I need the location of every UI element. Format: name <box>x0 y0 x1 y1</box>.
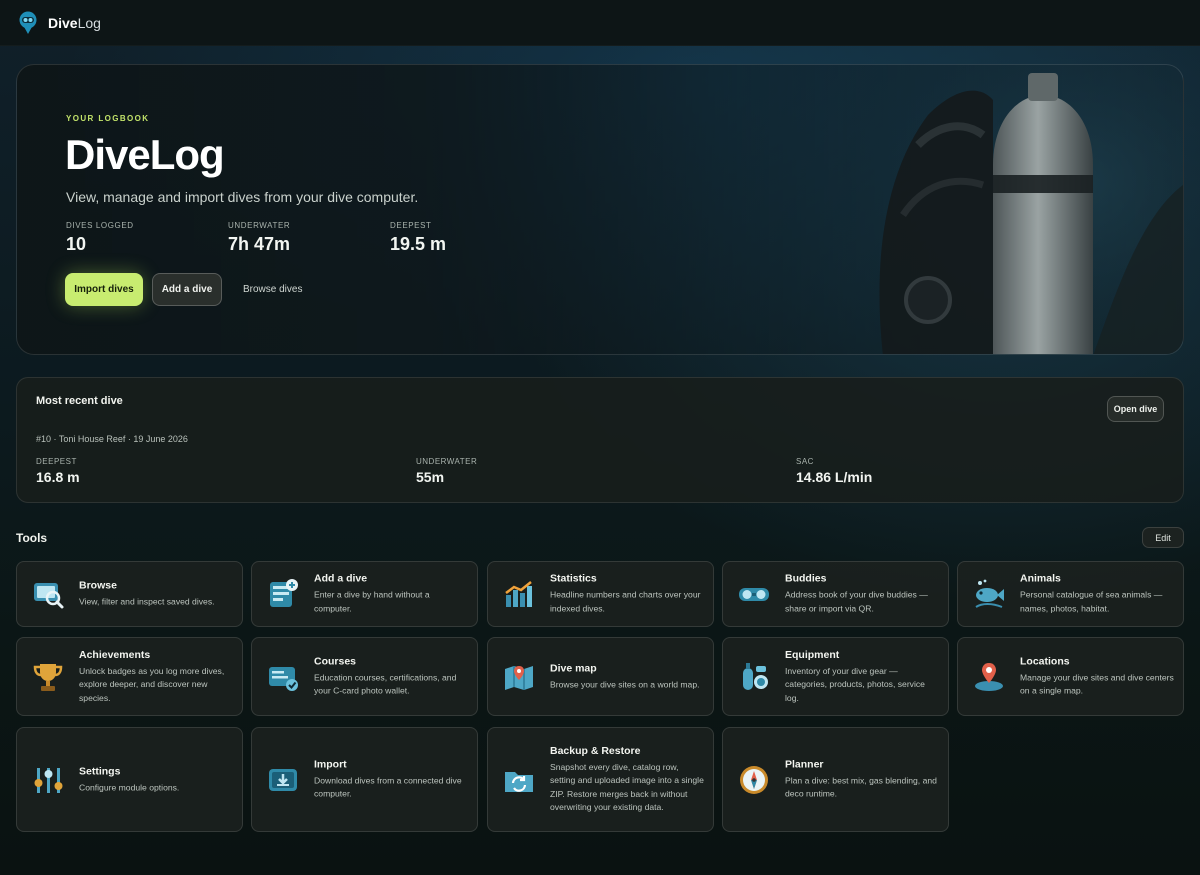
browse-icon <box>34 583 64 609</box>
tool-description: View, filter and inspect saved dives. <box>79 596 215 607</box>
equipment-icon <box>743 662 768 690</box>
tool-tile-animals[interactable]: Animals Personal catalogue of sea animals… <box>957 561 1184 627</box>
hero-subtitle: View, manage and import dives from your … <box>66 189 419 205</box>
open-dive-button[interactable]: Open dive <box>1107 396 1164 422</box>
tool-name: Courses <box>314 655 357 667</box>
tool-tile-backup-restore[interactable]: Backup & Restore Snapshot every dive, cat… <box>487 727 714 832</box>
settings-sliders-icon <box>34 767 63 793</box>
stat-value: 7h 47m <box>228 234 291 254</box>
recent-stat-deepest: DEEPEST 16.8 m <box>36 457 416 485</box>
location-pin-icon <box>975 662 1003 691</box>
tool-name: Settings <box>79 764 121 777</box>
tool-name: Statistics <box>550 572 597 585</box>
tool-tile-locations[interactable]: Locations Manage your dive sites and dive… <box>957 637 1184 716</box>
import-dives-button[interactable]: Import dives <box>65 273 143 306</box>
tool-description: Download dives from a connected dive com… <box>314 775 462 799</box>
stat-value: 10 <box>66 234 87 254</box>
hero-card: YOUR LOGBOOK DiveLog View, manage and im… <box>16 64 1184 355</box>
brand-bold: Dive <box>48 14 78 31</box>
tool-description: Enter a dive by hand without a computer. <box>314 589 430 614</box>
stat-label: UNDERWATER <box>416 457 478 466</box>
recent-dive-card: Most recent dive Open dive #10 · Toni Ho… <box>16 377 1184 503</box>
tool-tile-courses[interactable]: Courses Education courses, certifications… <box>251 637 478 716</box>
tool-name: Planner <box>785 758 824 770</box>
tool-tile-import[interactable]: Import Download dives from a connected di… <box>251 727 478 832</box>
edit-tools-button[interactable]: Edit <box>1142 527 1184 548</box>
hero-title: DiveLog <box>65 131 225 178</box>
hero-actions: Import dives Add a dive Browse dives <box>65 273 314 306</box>
tool-name: Backup & Restore <box>550 744 641 757</box>
hero-eyebrow: YOUR LOGBOOK <box>66 114 150 123</box>
tool-tile-statistics[interactable]: Statistics Headline numbers and charts ov… <box>487 561 714 627</box>
tool-name: Achievements <box>79 648 151 661</box>
tool-description: Configure module options. <box>79 781 180 792</box>
tool-description: Headline numbers and charts over your in… <box>550 589 701 614</box>
tool-description: Unlock badges as you log more dives, exp… <box>79 665 225 703</box>
animals-icon <box>975 579 1004 608</box>
trophy-icon <box>33 663 63 691</box>
stat-underwater: UNDERWATER 7h 47m <box>228 221 390 255</box>
tool-name: Equipment <box>785 648 840 661</box>
stat-value: 16.8 m <box>36 469 80 485</box>
import-icon <box>269 768 297 791</box>
recent-dive-stats: DEEPEST 16.8 m UNDERWATER 55m SAC 14.86 … <box>36 457 1176 485</box>
stat-label: SAC <box>796 457 814 466</box>
top-bar: DiveLog <box>0 0 1200 46</box>
stat-label: DIVES LOGGED <box>66 221 134 230</box>
map-icon <box>505 665 533 690</box>
hero-stats: DIVES LOGGED 10 UNDERWATER 7h 47m DEEPES… <box>66 221 552 255</box>
tool-description: Manage your dive sites and dive centers … <box>1020 672 1174 696</box>
tool-description: Browse your dive sites on a world map. <box>550 678 700 689</box>
tool-tile-planner[interactable]: Planner Plan a dive: best mix, gas blendi… <box>722 727 949 832</box>
statistics-icon <box>505 581 532 607</box>
stat-deepest: DEEPEST 19.5 m <box>390 221 552 255</box>
stat-dives-logged: DIVES LOGGED 10 <box>66 221 228 255</box>
tool-name: Buddies <box>785 572 827 585</box>
stat-value: 19.5 m <box>390 234 447 254</box>
tool-description: Snapshot every dive, catalog row, settin… <box>550 761 704 813</box>
tools-heading: Tools <box>16 531 48 545</box>
stat-value: 14.86 L/min <box>796 469 873 485</box>
brand-light: Log <box>77 14 101 31</box>
stat-label: DEEPEST <box>36 457 77 466</box>
recent-stat-underwater: UNDERWATER 55m <box>416 457 796 485</box>
compass-icon <box>740 765 768 794</box>
stat-label: UNDERWATER <box>228 221 291 230</box>
stat-label: DEEPEST <box>390 221 432 230</box>
tool-name: Animals <box>1020 572 1061 585</box>
recent-dive-title: Most recent dive <box>36 395 123 407</box>
tool-tile-equipment[interactable]: Equipment Inventory of your dive gear — c… <box>722 637 949 716</box>
tool-tile-add-dive[interactable]: Add a dive Enter a dive by hand without a… <box>251 561 478 627</box>
add-dive-button[interactable]: Add a dive <box>152 273 222 306</box>
tool-tile-dive-map[interactable]: Dive map Browse your dive sites on a worl… <box>487 637 714 716</box>
backup-icon <box>505 771 533 792</box>
tool-name: Browse <box>79 579 117 592</box>
tool-tile-browse[interactable]: Browse View, filter and inspect saved div… <box>16 561 243 627</box>
scuba-tank-illustration <box>843 65 1183 354</box>
tool-description: Education courses, certifications, and y… <box>314 672 457 696</box>
recent-dive-meta: #10 · Toni House Reef · 19 June 2026 <box>36 434 188 444</box>
app-brand[interactable]: DiveLog <box>48 15 101 31</box>
tool-description: Plan a dive: best mix, gas blending, and… <box>785 775 937 799</box>
tool-tile-buddies[interactable]: Buddies Address book of your dive buddies… <box>722 561 949 627</box>
buddies-icon <box>739 588 769 601</box>
tool-name: Dive map <box>550 661 597 674</box>
recent-stat-sac: SAC 14.86 L/min <box>796 457 1176 485</box>
courses-icon <box>269 666 298 691</box>
tool-tile-achievements[interactable]: Achievements Unlock badges as you log mor… <box>16 637 243 716</box>
tool-name: Import <box>314 758 347 770</box>
add-dive-icon <box>270 579 298 607</box>
tool-description: Address book of your dive buddies — shar… <box>785 589 928 614</box>
tool-name: Add a dive <box>314 572 368 585</box>
tool-name: Locations <box>1020 655 1070 667</box>
tool-description: Inventory of your dive gear — categories… <box>785 665 925 703</box>
divelog-logo-icon[interactable] <box>18 11 38 35</box>
browse-dives-button[interactable]: Browse dives <box>231 284 314 295</box>
tool-description: Personal catalogue of sea animals — name… <box>1020 589 1163 614</box>
stat-value: 55m <box>416 469 445 485</box>
tool-tile-settings[interactable]: Settings Configure module options. <box>16 727 243 832</box>
